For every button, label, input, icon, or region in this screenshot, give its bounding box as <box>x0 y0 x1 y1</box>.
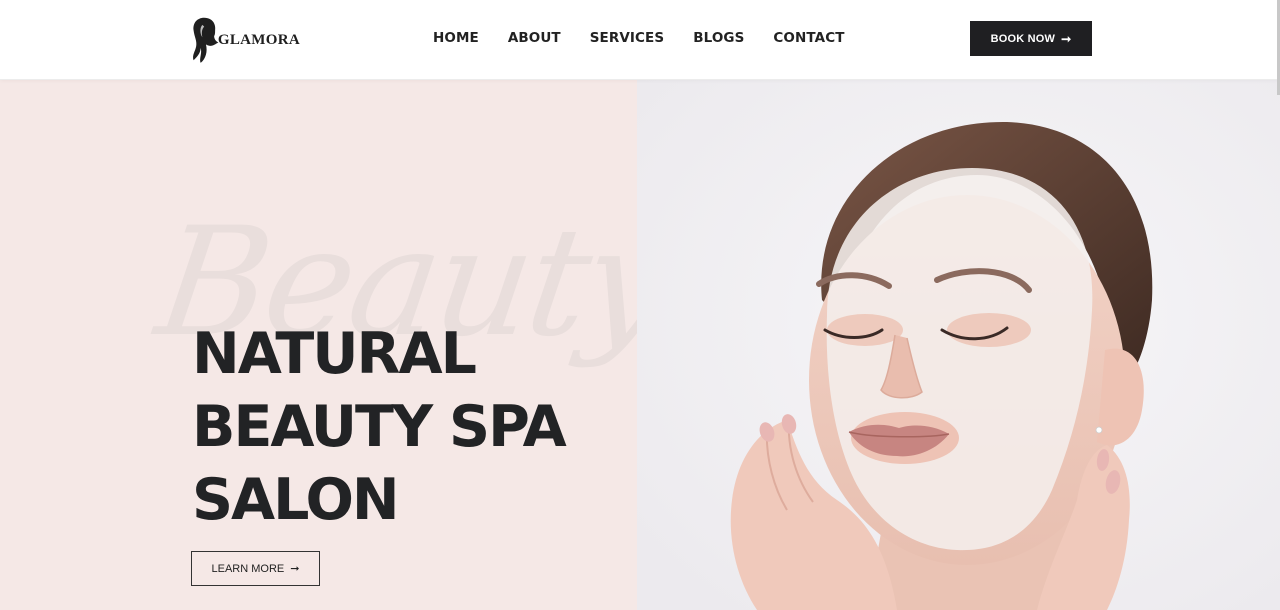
brand-logo[interactable]: GLAMORA <box>190 10 300 68</box>
book-now-label: BOOK NOW <box>990 32 1056 45</box>
book-now-button[interactable]: BOOK NOW ➞ <box>970 21 1092 56</box>
hero-title: NATURAL BEAUTY SPA SALON <box>192 318 567 537</box>
hero-title-line-3: SALON <box>192 467 400 533</box>
nav-home[interactable]: HOME <box>433 30 479 46</box>
hero-title-line-2: BEAUTY SPA <box>192 394 567 460</box>
learn-more-button[interactable]: LEARN MORE ➞ <box>191 551 320 586</box>
nav-contact[interactable]: CONTACT <box>773 30 844 46</box>
site-header: GLAMORA HOME ABOUT SERVICES BLOGS CONTAC… <box>0 0 1280 80</box>
hero-text-panel: Beauty NATURAL BEAUTY SPA SALON LEARN MO… <box>0 80 637 610</box>
learn-more-label: LEARN MORE <box>211 562 285 575</box>
arrow-right-icon: ➞ <box>1061 31 1072 46</box>
arrow-right-icon: ➞ <box>290 563 300 575</box>
hero-title-line-1: NATURAL <box>192 321 477 387</box>
hero-image-panel <box>637 80 1280 610</box>
nav-about[interactable]: ABOUT <box>508 30 561 46</box>
nav-blogs[interactable]: BLOGS <box>693 30 744 46</box>
woman-face-mask-photo <box>637 80 1280 610</box>
hero-section: Beauty NATURAL BEAUTY SPA SALON LEARN MO… <box>0 80 1280 610</box>
brand-name: GLAMORA <box>217 31 300 48</box>
main-nav: HOME ABOUT SERVICES BLOGS CONTACT <box>433 30 874 46</box>
nav-services[interactable]: SERVICES <box>590 30 664 46</box>
